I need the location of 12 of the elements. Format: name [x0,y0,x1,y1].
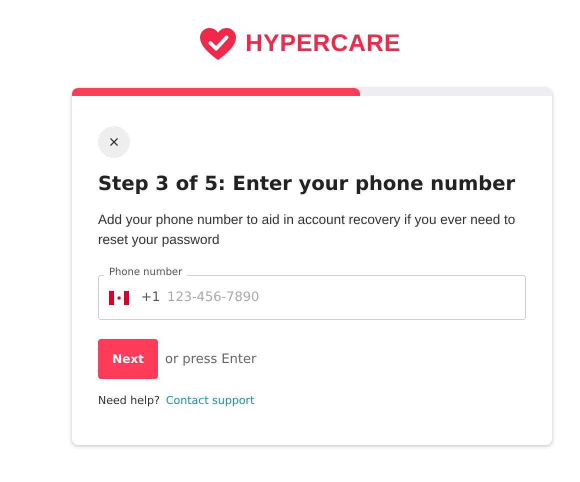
flag-icon [109,290,129,304]
step-title: Step 3 of 5: Enter your phone number [98,172,516,195]
close-button[interactable]: × [98,126,130,158]
enter-hint: or press Enter [165,352,256,366]
heart-check-icon [199,27,238,61]
description: Add your phone number to aid in account recovery if you ever need to reset your password [98,211,516,249]
phone-field[interactable]: +1 123-456-7890 [98,275,526,320]
field-label: Phone number [104,267,188,278]
logo-text: HYPERCARE [245,30,401,58]
phone-number-input[interactable]: 123-456-7890 [167,290,468,305]
country-code: +1 [141,290,160,305]
help-text: Need help? [98,394,160,407]
